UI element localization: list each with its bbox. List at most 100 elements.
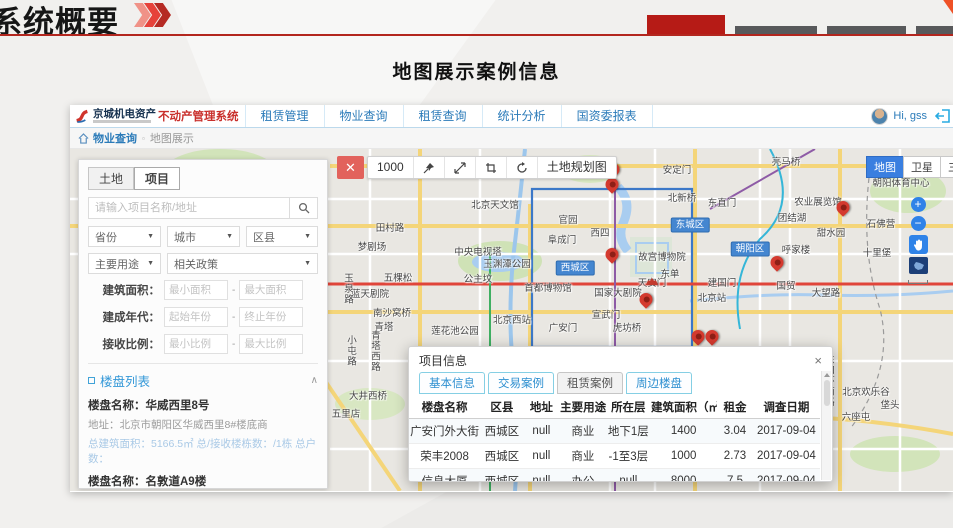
map-label: 东单 — [660, 266, 679, 280]
zoom-out-button[interactable]: − — [911, 216, 926, 231]
tab-project[interactable]: 项目 — [134, 167, 180, 190]
col-header: 建筑面积（㎡） — [650, 396, 717, 419]
cell: null — [524, 469, 560, 483]
tab-trade-cases[interactable]: 交易案例 — [488, 372, 554, 394]
popup-title: 项目信息 — [419, 352, 467, 369]
map-label: 梦剧场 — [358, 239, 387, 253]
map-label: 国贸 — [776, 278, 795, 292]
scroll-up-arrow-icon[interactable] — [824, 373, 830, 377]
nav-item[interactable]: 租赁查询 — [403, 105, 482, 127]
cell: null — [524, 419, 560, 444]
diagonal-arrows-icon — [454, 162, 466, 174]
table-row[interactable]: 荣丰2008 西城区 null 商业 -1至3层 1000 2.73 2017-… — [409, 444, 820, 469]
map-label: 团结湖 — [778, 210, 807, 224]
nav-item[interactable]: 物业查询 — [324, 105, 403, 127]
toolbar-close-button[interactable]: ✕ — [337, 156, 364, 179]
table-row[interactable]: 广安门外大街 西城区 null 商业 地下1层 1400 3.04 2017-0… — [409, 419, 820, 444]
chevron-down-icon: ▼ — [304, 260, 311, 267]
building-address: 地址：北京市朝阳区华威西里8#楼底商 — [88, 417, 318, 432]
pan-tool-button[interactable] — [909, 235, 928, 254]
tab-land[interactable]: 土地 — [88, 167, 134, 190]
range-min-input[interactable] — [164, 334, 228, 354]
app-window: 京城机电资产 不动产管理系统 租赁管理 物业查询 租赁查询 统计分析 国资委报表… — [70, 105, 953, 492]
county-select[interactable]: 区县▼ — [246, 226, 318, 247]
cell: 2017-09-04 — [753, 444, 820, 469]
search-button[interactable] — [290, 197, 318, 219]
decor-red-rect — [647, 15, 725, 34]
collapse-caret-icon[interactable]: ∧ — [311, 375, 318, 386]
map-label: 官园 — [558, 212, 577, 226]
range-max-input[interactable] — [239, 334, 303, 354]
map-toolbar: ✕ 1000 — [337, 156, 617, 179]
scroll-thumb[interactable] — [824, 380, 830, 406]
measure-tool-button[interactable] — [445, 157, 476, 178]
map-label: 玉渊潭公园 — [483, 256, 531, 270]
policy-select[interactable]: 相关政策▼ — [167, 253, 318, 274]
building-list-item[interactable]: 楼盘名称：名敦道A9楼 地址：北京市东城区广渠家园9楼 总建筑面积：5249.0… — [88, 473, 318, 489]
decor-corner-triangle — [939, 0, 953, 14]
col-header: 地址 — [524, 396, 560, 419]
breadcrumb-root[interactable]: 物业查询 — [93, 130, 137, 146]
chevron-down-icon: ▼ — [226, 233, 233, 240]
map-label: 公主坟 — [464, 271, 493, 285]
map-label: 十里堡 — [863, 245, 892, 259]
map-label: 安定门 — [663, 162, 692, 176]
nav-item[interactable]: 租赁管理 — [245, 105, 324, 127]
avatar[interactable] — [871, 108, 888, 125]
range-row: 接收比例： - — [88, 334, 318, 354]
tab-basic-info[interactable]: 基本信息 — [419, 372, 485, 394]
city-select[interactable]: 城市▼ — [167, 226, 240, 247]
refresh-button[interactable] — [507, 157, 538, 178]
list-square-icon — [88, 377, 95, 384]
popup-tabs: 基本信息 交易案例 租赁案例 周边楼盘 — [409, 372, 832, 394]
map-label: 国家大剧院 — [594, 285, 642, 299]
logout-icon[interactable] — [935, 109, 951, 123]
map-label: 五棵松 — [384, 270, 413, 284]
nav-item[interactable]: 统计分析 — [482, 105, 561, 127]
map-label: 呼家楼 — [782, 242, 811, 256]
decor-gray-rect — [735, 26, 817, 34]
range-max-input[interactable] — [239, 280, 303, 300]
zoom-value[interactable]: 1000 — [368, 157, 414, 178]
overview-map-button[interactable] — [909, 257, 928, 274]
range-dash: - — [232, 339, 235, 350]
app-header: 京城机电资产 不动产管理系统 租赁管理 物业查询 租赁查询 统计分析 国资委报表… — [70, 105, 953, 128]
view-3d-button[interactable]: 三维 — [940, 156, 953, 178]
page-title: 地图展示案例信息 — [0, 57, 953, 84]
building-list-item[interactable]: 楼盘名称：华威西里8号 地址：北京市朝阳区华威西里8#楼底商 总建筑面积：516… — [88, 397, 318, 466]
map-scale — [908, 280, 928, 284]
home-icon[interactable] — [78, 133, 89, 144]
range-label: 建筑面积： — [88, 282, 164, 298]
nav-item[interactable]: 国资委报表 — [561, 105, 653, 127]
range-min-input[interactable] — [164, 280, 228, 300]
view-map-button[interactable]: 地图 — [866, 156, 904, 178]
tab-rent-cases[interactable]: 租赁案例 — [557, 372, 623, 394]
tab-nearby-buildings[interactable]: 周边楼盘 — [626, 372, 692, 394]
range-min-input[interactable] — [164, 307, 228, 327]
province-select[interactable]: 省份▼ — [88, 226, 161, 247]
district-badge: 西城区 — [556, 261, 595, 276]
search-input[interactable] — [88, 197, 290, 219]
cell: 7.5 — [717, 469, 753, 483]
brand-text: 京城机电资产 — [93, 109, 156, 123]
range-max-input[interactable] — [239, 307, 303, 327]
range-filters: 建筑面积： - 建成年代： - 接收比例： — [88, 280, 318, 354]
popup-close-icon[interactable]: × — [814, 355, 822, 367]
map-content: 北京天文馆 官园 阜成门 西四 田村路 梦剧场 五棵松 蓝天剧院 公主坟 中央电… — [70, 149, 953, 491]
brand-logo-icon — [74, 108, 90, 124]
layer-toggle-button[interactable]: 土地规划图 — [538, 157, 616, 178]
pushpin-tool-button[interactable] — [414, 157, 445, 178]
view-satellite-button[interactable]: 卫星 — [903, 156, 941, 178]
cell: 西城区 — [480, 469, 523, 483]
brand-name: 京城机电资产 — [93, 109, 156, 119]
usage-select[interactable]: 主要用途▼ — [88, 253, 161, 274]
table-row[interactable]: 信息大厦 西城区 null 办公 null 8000 7.5 2017-09-0… — [409, 469, 820, 483]
select-area-tool-button[interactable] — [476, 157, 507, 178]
table-scrollbar[interactable] — [821, 371, 831, 480]
map-label: 建国门 — [708, 275, 737, 289]
region-selects: 省份▼ 城市▼ 区县▼ — [88, 226, 318, 247]
map-label: 农业展览馆 — [794, 194, 842, 208]
zoom-in-button[interactable]: + — [911, 197, 926, 212]
breadcrumb-current: 地图展示 — [150, 130, 194, 146]
building-stats: 总建筑面积：5166.5㎡ 总/接收楼栋数：/1栋 总户数： — [88, 436, 318, 466]
